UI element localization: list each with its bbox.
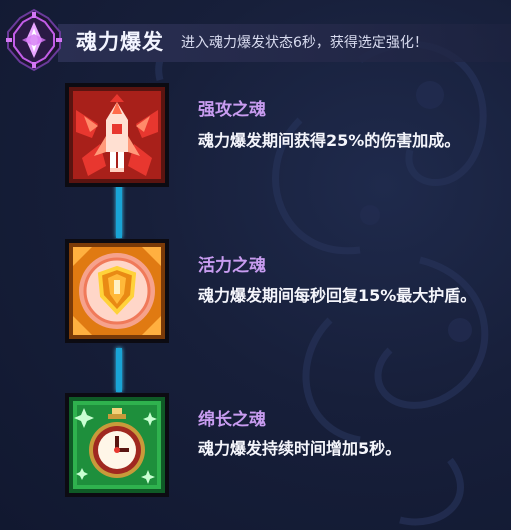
soul-burst-panel: 魂力爆发 进入魂力爆发状态6秒，获得选定强化！ 强攻之魂 魂力爆发期间获得25%…	[0, 0, 511, 530]
skill-icon-strong-attack[interactable]	[62, 80, 172, 190]
skill-desc-endurance: 魂力爆发持续时间增加5秒。	[198, 439, 402, 458]
header: 魂力爆发 进入魂力爆发状态6秒，获得选定强化！	[0, 0, 511, 80]
connector-1	[116, 182, 122, 238]
skill-icon-endurance[interactable]	[62, 390, 172, 500]
skill-desc-strong-attack: 魂力爆发期间获得25%的伤害加成。	[198, 131, 461, 150]
header-subtitle: 进入魂力爆发状态6秒，获得选定强化！	[181, 35, 428, 51]
skill-name-strong-attack: 强攻之魂	[198, 100, 266, 120]
skill-name-vitality: 活力之魂	[198, 256, 266, 276]
skill-name-endurance: 绵长之魂	[198, 410, 266, 430]
stopwatch-icon	[65, 393, 169, 497]
skill-desc-vitality: 魂力爆发期间每秒回复15%最大护盾。	[198, 286, 477, 305]
rocket-icon	[65, 83, 169, 187]
page-title: 魂力爆发	[76, 30, 164, 54]
connector-2	[116, 348, 122, 392]
skill-icon-vitality[interactable]	[62, 236, 172, 346]
soul-burst-icon	[6, 8, 62, 72]
shield-icon	[65, 239, 169, 343]
